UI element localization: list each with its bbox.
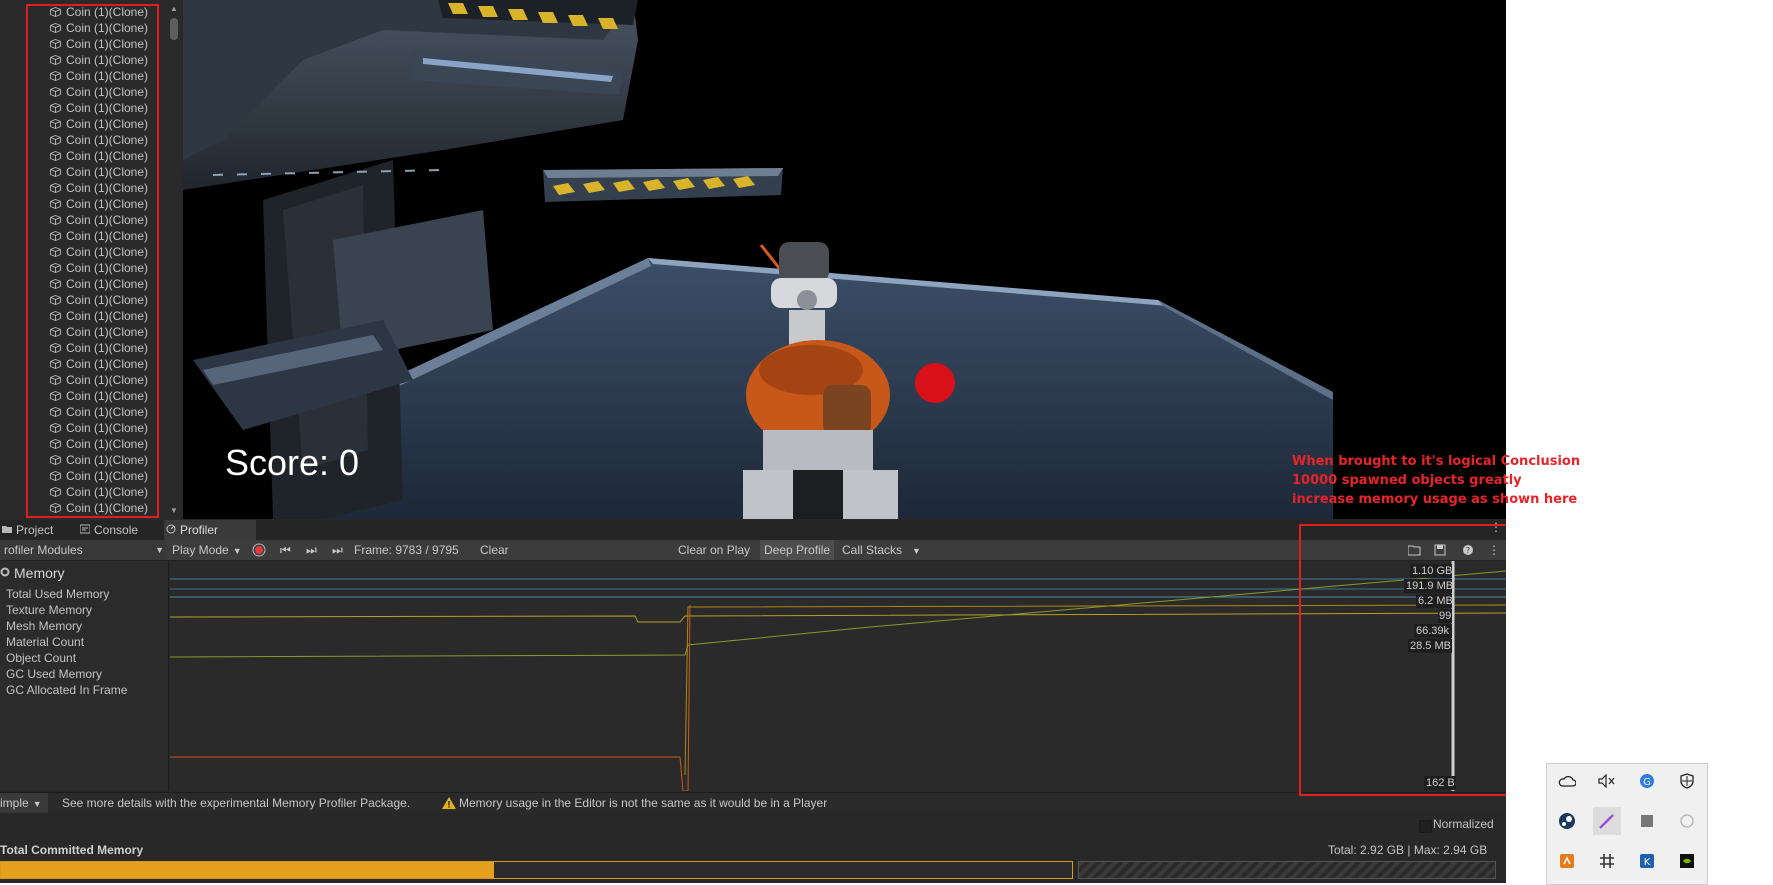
next-frame-button[interactable]: ⏭ — [302, 540, 321, 560]
scroll-up-icon[interactable]: ▲ — [170, 4, 178, 13]
chevron-down-icon: ▼ — [912, 546, 921, 556]
scroll-down-icon[interactable]: ▼ — [170, 506, 178, 515]
hierarchy-highlight-box — [26, 4, 159, 518]
tab-profiler-label: Profiler — [180, 523, 219, 537]
system-tray-overflow: G K — [1546, 763, 1708, 885]
memory-title: Memory — [14, 565, 65, 581]
tab-project-label: Project — [16, 523, 54, 537]
chevron-down-icon: ▼ — [32, 799, 42, 809]
step-back-icon: ⏮ — [280, 543, 291, 557]
window-app-icon[interactable] — [1633, 807, 1661, 835]
profiler-highlight-box — [1299, 524, 1506, 796]
committed-memory-row: Total Committed Memory Total: 2.92 GB | … — [0, 837, 1506, 883]
tab-console[interactable]: Console — [78, 520, 166, 540]
gear-icon[interactable] — [0, 567, 10, 577]
clear-button[interactable]: Clear — [476, 540, 513, 560]
game-view[interactable]: Score: 0 — [183, 0, 1506, 519]
metric-object-count[interactable]: Object Count — [6, 651, 76, 665]
committed-memory-title: Total Committed Memory — [0, 843, 144, 857]
google-drive-icon[interactable]: G — [1633, 767, 1661, 795]
view-mode-label: imple — [0, 796, 29, 810]
profiler-icon — [166, 524, 176, 534]
call-stacks-label: Call Stacks — [842, 543, 903, 557]
record-icon — [252, 543, 266, 557]
game-scene — [183, 0, 1333, 519]
metric-material-count[interactable]: Material Count — [6, 635, 84, 649]
svg-text:G: G — [1643, 777, 1651, 788]
console-icon — [80, 524, 90, 534]
memory-module-panel: Memory Total Used Memory Texture Memory … — [0, 561, 169, 791]
k-app-icon[interactable]: K — [1633, 847, 1661, 875]
normalized-checkbox[interactable] — [1419, 820, 1432, 833]
mute-icon[interactable] — [1593, 767, 1621, 795]
clear-on-play-toggle[interactable]: Clear on Play — [674, 540, 754, 560]
normalized-label: Normalized — [1433, 817, 1494, 831]
committed-memory-total: Total: 2.92 GB | Max: 2.94 GB — [1328, 843, 1488, 857]
normalized-row: Normalized — [0, 813, 1506, 837]
chevron-down-icon: ▼ — [155, 545, 164, 555]
frame-counter: Frame: 9783 / 9795 — [354, 543, 459, 557]
skip-end-icon: ⏭ — [332, 543, 343, 557]
tab-profiler[interactable]: Profiler — [164, 520, 256, 540]
steam-icon[interactable] — [1553, 807, 1581, 835]
metric-total-used-memory[interactable]: Total Used Memory — [6, 587, 109, 601]
profiler-toolbar: rofiler Modules ▼ Play Mode ▼ ⏮ ⏭ ⏭ Frame… — [0, 540, 1506, 561]
chevron-down-icon: ▼ — [232, 546, 242, 556]
reserved-memory-bar — [1078, 861, 1496, 879]
play-mode-dropdown[interactable]: Play Mode ▼ — [168, 540, 246, 560]
profiler-status-bar: imple ▼ See more details with the experim… — [0, 792, 1506, 813]
warning-icon — [442, 797, 456, 809]
committed-memory-bar — [0, 861, 1073, 879]
metric-texture-memory[interactable]: Texture Memory — [6, 603, 92, 617]
memory-profiler-hint[interactable]: See more details with the experimental M… — [62, 793, 410, 813]
onedrive-icon[interactable] — [1553, 767, 1581, 795]
step-forward-icon: ⏭ — [306, 543, 317, 557]
security-shield-icon[interactable] — [1673, 767, 1701, 795]
first-frame-button[interactable]: ⏮ — [276, 540, 295, 560]
hierarchy-scrollbar[interactable]: ▲ ▼ — [168, 0, 180, 520]
annotation-line-1: When brought to it's logical Conclusion — [1292, 454, 1581, 469]
metric-mesh-memory[interactable]: Mesh Memory — [6, 619, 82, 633]
editor-memory-warning: Memory usage in the Editor is not the sa… — [459, 796, 828, 810]
profiler-modules-label: rofiler Modules — [4, 543, 83, 557]
nvidia-icon[interactable] — [1673, 847, 1701, 875]
record-button[interactable] — [248, 540, 278, 560]
scroll-thumb[interactable] — [170, 18, 178, 40]
metric-gc-used-memory[interactable]: GC Used Memory — [6, 667, 102, 681]
tab-console-label: Console — [94, 523, 139, 537]
deep-profile-toggle[interactable]: Deep Profile — [760, 540, 835, 560]
last-frame-button[interactable]: ⏭ — [328, 540, 347, 560]
svg-text:K: K — [1644, 857, 1651, 868]
profiler-modules-dropdown[interactable]: rofiler Modules ▼ — [0, 540, 166, 560]
score-label: Score: 0 — [225, 442, 360, 483]
annotation-line-2: 10000 spawned objects greatly — [1292, 473, 1522, 488]
faded-app-icon[interactable] — [1673, 807, 1701, 835]
folder-icon — [2, 526, 12, 533]
view-mode-dropdown[interactable]: imple ▼ — [0, 793, 48, 813]
annotation-line-3: increase memory usage as shown here — [1292, 492, 1578, 507]
slack-icon[interactable] — [1593, 847, 1621, 875]
bottom-tab-bar: Project Console Profiler ⋮ — [0, 520, 1506, 541]
play-mode-label: Play Mode — [172, 543, 229, 557]
series-line-gc-alloc — [170, 604, 691, 791]
committed-memory-fill — [1, 862, 494, 878]
unity-editor: Coin (1)(Clone) Coin (1)(Clone) Coin (1)(C… — [0, 0, 1506, 883]
metric-gc-allocated-in-frame[interactable]: GC Allocated In Frame — [6, 683, 127, 697]
annotation-text: When brought to it's logical Conclusion … — [1292, 452, 1581, 509]
orange-app-icon[interactable] — [1553, 847, 1581, 875]
call-stacks-dropdown[interactable]: Call Stacks ▼ — [838, 540, 925, 560]
tab-project[interactable]: Project — [0, 520, 80, 540]
pen-tool-icon[interactable] — [1593, 807, 1621, 835]
